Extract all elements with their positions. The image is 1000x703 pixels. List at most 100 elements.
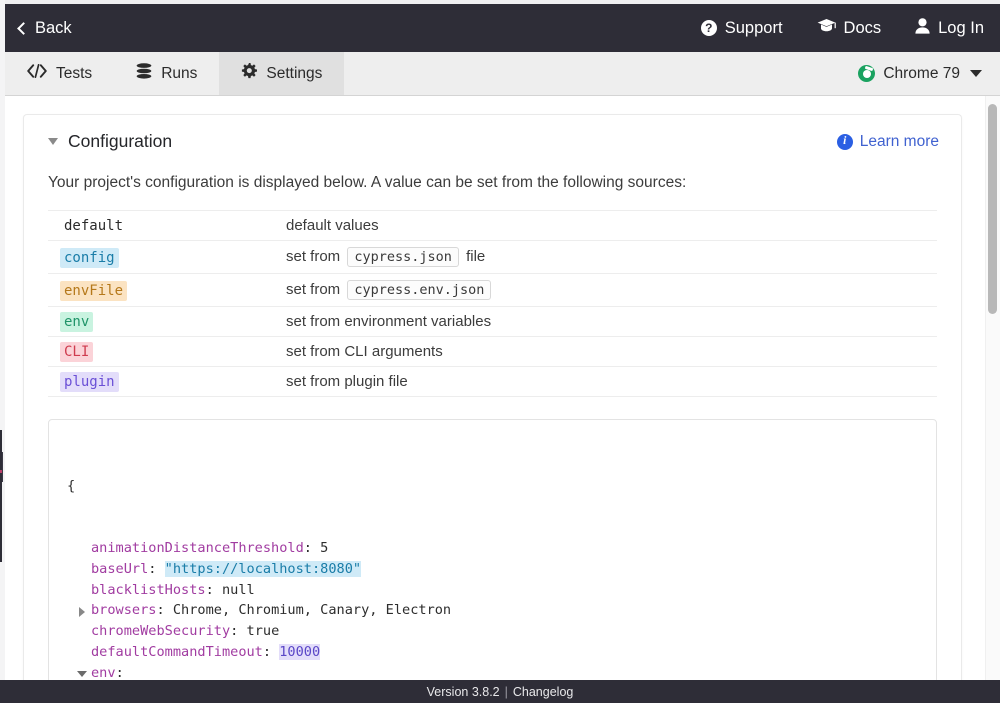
table-row: envFile set from cypress.env.json [48,274,937,307]
login-link[interactable]: Log In [915,18,984,39]
table-row: plugin set from plugin file [48,367,937,397]
source-desc-suffix: file [462,248,485,265]
source-file-chip: cypress.env.json [347,280,491,300]
source-key-plugin: plugin [60,372,119,392]
source-desc-cell: set from CLI arguments [286,337,937,367]
configuration-description: Your project's configuration is displaye… [24,152,961,192]
tab-bar: Tests Runs Settings Chr [5,52,1000,96]
back-button[interactable]: Back [19,19,72,38]
json-colon: : [206,582,222,598]
code-brackets-icon [27,64,47,83]
source-desc-prefix: default values [286,217,379,234]
source-desc-cell: set from plugin file [286,367,937,397]
source-key-cell: plugin [48,367,286,397]
json-colon: : [116,665,124,681]
vertical-scrollbar-track[interactable] [985,96,1000,681]
vertical-scrollbar-thumb[interactable] [988,104,997,314]
support-link[interactable]: ? Support [701,19,783,38]
json-colon: : [263,644,279,660]
chrome-icon [858,65,875,82]
triangle-down-icon[interactable] [48,138,58,145]
source-file-chip: cypress.json [347,247,459,267]
source-key-cell: default [48,211,286,241]
status-footer: Version 3.8.2 | Changelog [0,680,1000,703]
json-open-brace: { [49,476,936,497]
source-desc-prefix: set from plugin file [286,373,408,390]
docs-link-label: Docs [844,19,882,38]
json-value: true [247,623,280,639]
tab-settings-label: Settings [266,65,322,83]
learn-more-link[interactable]: i Learn more [837,133,939,151]
json-key: animationDistanceThreshold [91,540,304,556]
learn-more-label: Learn more [860,133,939,151]
json-line: baseUrl: "https://localhost:8080" [49,559,936,580]
changelog-link[interactable]: Changelog [513,685,573,699]
tab-settings[interactable]: Settings [219,52,344,95]
source-desc-cell: set from cypress.env.json [286,274,937,307]
browser-selector-label: Chrome 79 [883,65,960,83]
table-row: default default values [48,211,937,241]
source-key-cell: config [48,241,286,274]
source-key-envfile: envFile [60,281,127,301]
source-key-env: env [60,312,93,332]
source-key-cli: CLI [60,342,93,362]
json-line: defaultCommandTimeout: 10000 [49,642,936,663]
source-desc-cell: set from cypress.json file [286,241,937,274]
json-line-list: animationDistanceThreshold: 5baseUrl: "h… [49,538,936,681]
json-key: browsers [91,602,156,618]
source-key-config: config [60,248,119,268]
json-value: Chrome, Chromium, Canary, Electron [173,602,451,618]
login-link-label: Log In [938,19,984,38]
help-circle-icon: ? [701,20,717,36]
json-expand-triangle-right-icon[interactable] [79,607,85,617]
json-key: env [91,665,116,681]
json-line: env: [49,663,936,681]
table-row: env set from environment variables [48,307,937,337]
json-value: "https://localhost:8080" [165,561,361,577]
source-key-default: default [60,216,127,236]
top-navigation-bar: Back ? Support Docs [5,4,1000,52]
source-desc-prefix: set from CLI arguments [286,343,443,360]
json-value: 5 [320,540,328,556]
tab-runs-label: Runs [161,65,197,83]
docs-link[interactable]: Docs [817,18,882,38]
json-colon: : [230,623,246,639]
table-row: CLI set from CLI arguments [48,337,937,367]
source-key-cell: envFile [48,274,286,307]
json-key: baseUrl [91,561,148,577]
chevron-left-icon [17,22,30,35]
chevron-down-icon [970,70,982,77]
version-label: Version 3.8.2 [427,685,500,699]
json-colon: : [156,602,172,618]
json-line: browsers: Chrome, Chromium, Canary, Elec… [49,600,936,621]
json-colon: : [304,540,320,556]
json-line: blacklistHosts: null [49,580,936,601]
tab-tests-label: Tests [56,65,92,83]
json-value: null [222,582,255,598]
tab-tests[interactable]: Tests [5,52,114,95]
table-row: config set from cypress.json file [48,241,937,274]
source-desc-cell: set from environment variables [286,307,937,337]
source-desc-prefix: set from environment variables [286,313,491,330]
json-value: 10000 [279,644,320,660]
settings-scroll-area: Configuration i Learn more Your project'… [5,96,1000,681]
source-key-cell: CLI [48,337,286,367]
tab-runs[interactable]: Runs [114,52,219,95]
support-link-label: Support [725,19,783,38]
info-icon: i [837,134,853,150]
json-line: animationDistanceThreshold: 5 [49,538,936,559]
window-left-accent-sliver [0,470,2,473]
page-title: Configuration [68,131,172,152]
configuration-header: Configuration i Learn more [24,115,961,152]
database-icon [136,63,152,84]
source-desc-cell: default values [286,211,937,241]
source-key-cell: env [48,307,286,337]
configuration-json-viewer[interactable]: { animationDistanceThreshold: 5baseUrl: … [48,419,937,681]
json-key: blacklistHosts [91,582,206,598]
graduation-cap-icon [817,18,836,38]
browser-selector[interactable]: Chrome 79 [858,52,982,95]
json-collapse-triangle-down-icon[interactable] [77,671,87,677]
window-left-dark-sliver [0,430,2,562]
window-left-dark-sliver-2 [2,452,3,482]
json-colon: : [148,561,164,577]
